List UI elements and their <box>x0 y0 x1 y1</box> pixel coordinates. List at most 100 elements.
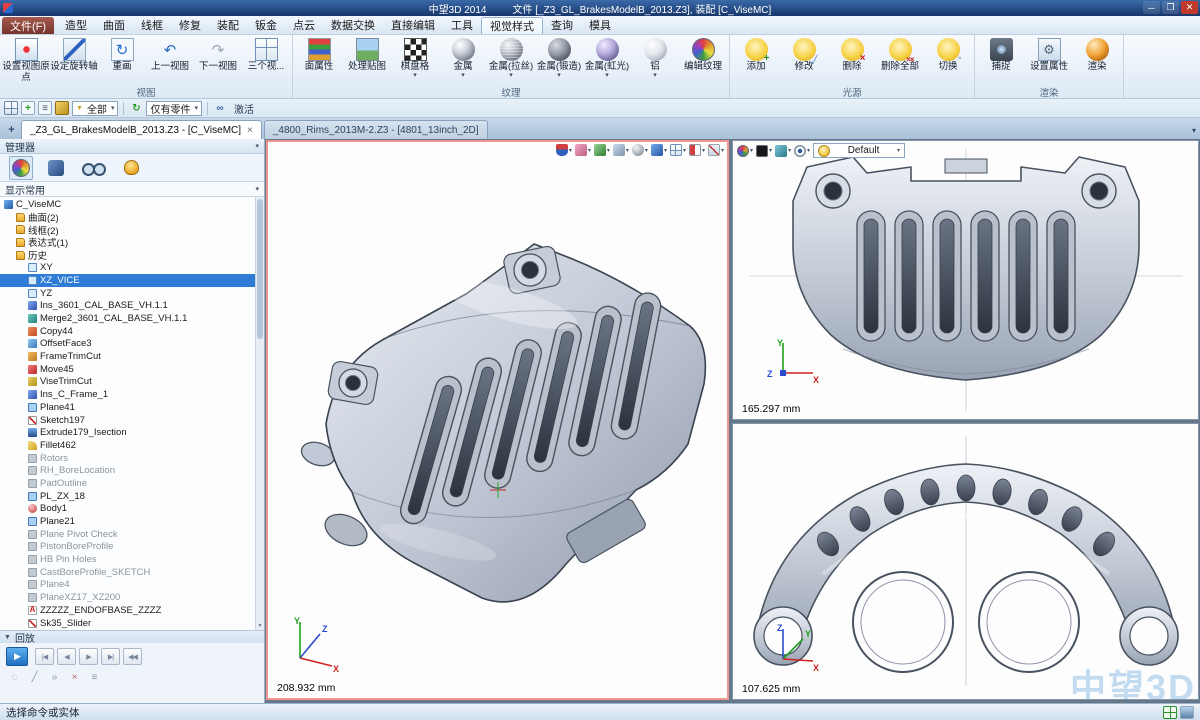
tree-item[interactable]: Fillet462 <box>0 439 264 452</box>
ribbon-button-prev-view[interactable]: 上一视图 <box>146 36 194 73</box>
layer-icon[interactable] <box>38 101 52 115</box>
tree-item[interactable]: ViseTrimCut <box>0 376 264 389</box>
close-icon[interactable] <box>1181 1 1198 14</box>
rewind-button[interactable] <box>123 648 142 665</box>
ribbon-button-metal-iris[interactable]: 金属(虹光)▾ <box>583 36 631 79</box>
ribbon-button-light-del-all[interactable]: 删除全部 <box>876 36 924 73</box>
menu-item-模具[interactable]: 模具 <box>581 16 619 34</box>
tree-item[interactable]: Body1 <box>0 503 264 516</box>
tree-item[interactable]: OffsetFace3 <box>0 338 264 351</box>
tab-list-button[interactable] <box>1192 126 1196 135</box>
tree-item[interactable]: Extrude179_Isection <box>0 426 264 439</box>
menu-item-工具[interactable]: 工具 <box>443 16 481 34</box>
vp-tool-palette[interactable]: ▾ <box>737 145 753 157</box>
viewport-top-right[interactable]: ▾▾▾▾ Default ▾ <box>732 140 1199 420</box>
ribbon-button-three-views[interactable]: 三个视... <box>242 36 290 73</box>
menu-item-装配[interactable]: 装配 <box>209 16 247 34</box>
new-document-button[interactable] <box>4 122 19 137</box>
ribbon-button-render-attr[interactable]: 设置属性 <box>1025 36 1073 73</box>
filter-all-select[interactable]: ▼全部▾ <box>72 101 118 116</box>
ribbon-button-capture[interactable]: 捕捉 <box>977 36 1025 73</box>
vp-tool-eye[interactable]: ▾ <box>794 145 810 157</box>
ribbon-button-rotation-axis[interactable]: 设定旋转轴 <box>50 36 98 73</box>
step-back-button[interactable] <box>57 648 76 665</box>
step-fwd-button[interactable] <box>79 648 98 665</box>
ribbon-button-checker[interactable]: 棋盘格▾ <box>391 36 439 79</box>
edit-icon[interactable] <box>26 670 43 685</box>
tree-item[interactable]: PistonBoreProfile <box>0 541 264 554</box>
tree-filter-bar[interactable]: 显示常用 ▾ <box>0 182 264 197</box>
tree-item[interactable]: HB Pin Holes <box>0 553 264 566</box>
chevron-down-icon[interactable]: ▾ <box>255 142 259 150</box>
tree-item[interactable]: XY <box>0 261 264 274</box>
vp-tool-section[interactable]: ▾ <box>651 144 667 156</box>
tree-item[interactable]: Rotors <box>0 452 264 465</box>
list-icon[interactable] <box>86 670 103 685</box>
menu-item-造型[interactable]: 造型 <box>57 16 95 34</box>
ribbon-button-aluminum[interactable]: 铝▾ <box>631 36 679 79</box>
tree-item[interactable]: Plane41 <box>0 401 264 414</box>
vp-tool-csys[interactable]: ▾ <box>708 144 724 156</box>
menu-item-线框[interactable]: 线框 <box>133 16 171 34</box>
grid-icon[interactable] <box>1163 706 1177 719</box>
parts-only-select[interactable]: 仅有零件▾ <box>146 101 202 116</box>
refresh-icon[interactable] <box>129 101 143 115</box>
document-tab[interactable]: _4800_Rims_2013M-2.Z3 - [4801_13inch_2D] <box>264 120 488 139</box>
tree-item[interactable]: Ins_C_Frame_1 <box>0 388 264 401</box>
visual-manager-button[interactable] <box>9 156 33 180</box>
tree-item[interactable]: Merge2_3601_CAL_BASE_VH.1.1 <box>0 312 264 325</box>
menu-item-点云[interactable]: 点云 <box>285 16 323 34</box>
scrollbar-down-icon[interactable] <box>256 621 264 630</box>
tree-item[interactable]: XZ_VICE <box>0 274 264 287</box>
menu-item-数据交换[interactable]: 数据交换 <box>323 16 383 34</box>
ribbon-button-redraw[interactable]: 重画 <box>98 36 146 73</box>
plus-icon[interactable] <box>21 101 35 115</box>
tree-item[interactable]: PlaneXZ17_XZ200 <box>0 591 264 604</box>
tree-item[interactable]: RH_BoreLocation <box>0 464 264 477</box>
session-manager-button[interactable] <box>121 157 142 178</box>
ribbon-button-view-origin[interactable]: 设置视图原点 <box>2 36 50 83</box>
link-icon[interactable] <box>213 101 227 115</box>
tree-item[interactable]: Plane Pivot Check <box>0 528 264 541</box>
tree-item[interactable]: 线框(2) <box>0 223 264 236</box>
vp-tool-swatch[interactable]: ▾ <box>756 145 772 157</box>
ribbon-button-light-add[interactable]: 添加 <box>732 36 780 73</box>
vp-tool-magnet[interactable]: ▾ <box>556 144 572 156</box>
tree-item[interactable]: 历史 <box>0 249 264 262</box>
tree-item[interactable]: Sketch197 <box>0 414 264 427</box>
menu-item-查询[interactable]: 查询 <box>543 16 581 34</box>
ribbon-button-next-view[interactable]: 下一视图 <box>194 36 242 73</box>
tree-item[interactable]: 曲面(2) <box>0 211 264 224</box>
ribbon-button-metal-brushed[interactable]: 金属(拉丝)▾ <box>487 36 535 79</box>
to-end-button[interactable] <box>101 648 120 665</box>
table-icon[interactable] <box>4 101 18 115</box>
tree-scrollbar[interactable] <box>255 197 264 630</box>
minimize-icon[interactable] <box>1143 1 1160 14</box>
screen-icon[interactable] <box>1180 706 1194 719</box>
ghost-icon[interactable] <box>6 670 23 685</box>
view-manager-button[interactable] <box>79 159 109 177</box>
ribbon-button-render[interactable]: 渲染 <box>1073 36 1121 73</box>
ribbon-button-decal[interactable]: 处理贴图 <box>343 36 391 73</box>
menu-item-视觉样式[interactable]: 视觉样式 <box>481 17 543 34</box>
ribbon-button-metal-forged[interactable]: 金属(锻造)▾ <box>535 36 583 79</box>
menu-item-修复[interactable]: 修复 <box>171 16 209 34</box>
tree-item[interactable]: PadOutline <box>0 477 264 490</box>
to-start-button[interactable] <box>35 648 54 665</box>
menu-item-直接编辑[interactable]: 直接编辑 <box>383 16 443 34</box>
ribbon-button-light-edit[interactable]: 修改 <box>780 36 828 73</box>
delete-icon[interactable] <box>66 670 83 685</box>
ribbon-button-light-del[interactable]: 删除 <box>828 36 876 73</box>
vp-tool-cube-green[interactable]: ▾ <box>594 144 610 156</box>
ribbon-button-metal[interactable]: 金属▾ <box>439 36 487 79</box>
vp-tool-view-cube[interactable]: ▾ <box>613 144 629 156</box>
tree-item[interactable]: YZ <box>0 287 264 300</box>
vp-tool-shade-mode[interactable]: ▾ <box>632 144 648 156</box>
paint-icon[interactable] <box>55 101 69 115</box>
tree-item[interactable]: Copy44 <box>0 325 264 338</box>
vp-tool-cube[interactable]: ▾ <box>775 145 791 157</box>
tree-item[interactable]: Move45 <box>0 363 264 376</box>
scrollbar-thumb[interactable] <box>257 199 263 339</box>
assembly-manager-button[interactable] <box>45 157 67 179</box>
tree-item[interactable]: ZZZZZ_ENDOFBASE_ZZZZ <box>0 604 264 617</box>
